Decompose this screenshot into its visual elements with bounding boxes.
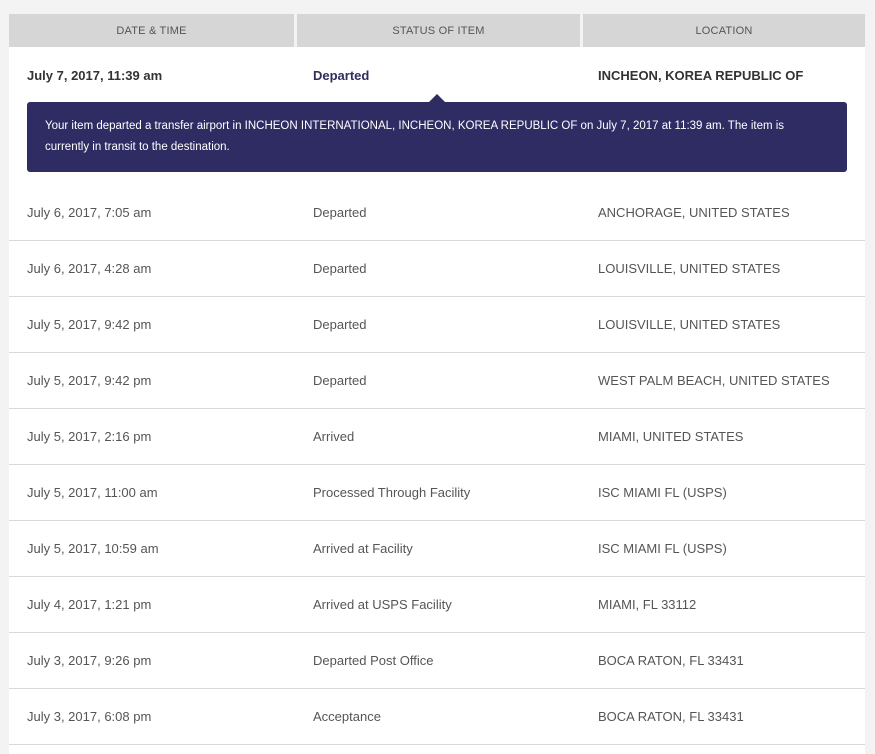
row-status: Departed xyxy=(313,67,370,83)
row-date: July 3, 2017, 9:26 pm xyxy=(27,653,152,668)
table-row[interactable]: July 5, 2017, 10:59 am Arrived at Facilit… xyxy=(9,521,865,577)
table-row-expanded[interactable]: July 7, 2017, 11:39 am Departed INCHEON,… xyxy=(9,47,865,185)
row-status: Departed xyxy=(313,261,367,276)
row-date: July 7, 2017, 11:39 am xyxy=(27,67,163,83)
row-date: July 6, 2017, 4:28 am xyxy=(27,261,152,276)
table-header: DATE & TIME STATUS OF ITEM LOCATION xyxy=(9,14,865,47)
row-location: MIAMI, FL 33112 xyxy=(598,597,697,612)
table-row[interactable]: July 6, 2017, 7:05 am Departed ANCHORAGE, … xyxy=(9,185,865,241)
table-row[interactable]: July 3, 2017, 9:26 pm Departed Post Offic… xyxy=(9,633,865,689)
row-location: ANCHORAGE, UNITED STATES xyxy=(598,205,790,220)
row-status: Arrived at Facility xyxy=(313,541,413,556)
table-row[interactable]: July 5, 2017, 9:42 pm Departed WEST PALM B… xyxy=(9,353,865,409)
row-location: WEST PALM BEACH, UNITED STATES xyxy=(598,373,830,388)
table-row[interactable]: July 5, 2017, 9:42 pm Departed LOUISVILLE,… xyxy=(9,297,865,353)
row-date: July 5, 2017, 10:59 am xyxy=(27,541,159,556)
row-location: LOUISVILLE, UNITED STATES xyxy=(598,261,781,276)
header-date-time: DATE & TIME xyxy=(9,14,294,47)
row-location: INCHEON, KOREA REPUBLIC OF xyxy=(598,67,804,83)
row-status: Departed xyxy=(313,317,367,332)
row-status: Acceptance xyxy=(313,709,381,724)
row-date: July 4, 2017, 1:21 pm xyxy=(27,597,152,612)
header-status: STATUS OF ITEM xyxy=(297,14,580,47)
table-row[interactable]: July 3, 2017, 6:08 pm Acceptance BOCA RATO… xyxy=(9,689,865,745)
row-status: Departed xyxy=(313,373,367,388)
row-location: ISC MIAMI FL (USPS) xyxy=(598,541,727,556)
row-status: Arrived at USPS Facility xyxy=(313,597,452,612)
row-date: July 5, 2017, 9:42 pm xyxy=(27,373,152,388)
row-status: Departed xyxy=(313,205,367,220)
table-row[interactable]: July 5, 2017, 11:00 am Processed Through … xyxy=(9,465,865,521)
row-date: July 5, 2017, 2:16 pm xyxy=(27,429,152,444)
row-date: July 5, 2017, 11:00 am xyxy=(27,485,158,500)
row-status: Arrived xyxy=(313,429,355,444)
table-row[interactable]: July 4, 2017, 1:21 pm Arrived at USPS Fac… xyxy=(9,577,865,633)
row-date: July 3, 2017, 6:08 pm xyxy=(27,709,152,724)
row-location: MIAMI, UNITED STATES xyxy=(598,429,744,444)
row-location: BOCA RATON, FL 33431 xyxy=(598,709,744,724)
event-detail-panel: Your item departed a transfer airport in… xyxy=(27,102,847,172)
row-date: July 6, 2017, 7:05 am xyxy=(27,205,152,220)
table-row[interactable]: July 5, 2017, 2:16 pm Arrived MIAMI, UNITE… xyxy=(9,409,865,465)
row-status: Processed Through Facility xyxy=(313,485,471,500)
table-row[interactable]: July 6, 2017, 4:28 am Departed LOUISVILLE,… xyxy=(9,241,865,297)
row-date: July 5, 2017, 9:42 pm xyxy=(27,317,152,332)
header-location: LOCATION xyxy=(583,14,865,47)
row-location: LOUISVILLE, UNITED STATES xyxy=(598,317,781,332)
tracking-history-table: DATE & TIME STATUS OF ITEM LOCATION July… xyxy=(9,14,865,754)
row-location: BOCA RATON, FL 33431 xyxy=(598,653,744,668)
row-location: ISC MIAMI FL (USPS) xyxy=(598,485,727,500)
table-body: July 6, 2017, 7:05 am Departed ANCHORAGE, … xyxy=(9,185,865,745)
row-status: Departed Post Office xyxy=(313,653,434,668)
